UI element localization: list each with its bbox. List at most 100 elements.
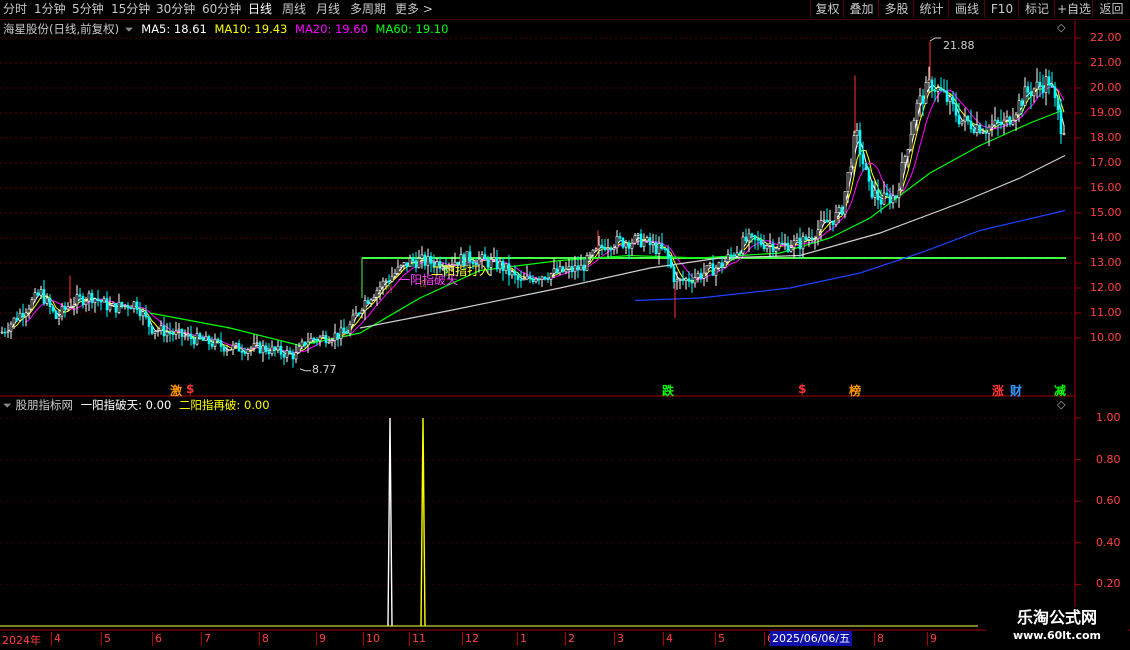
candle-body: [423, 254, 427, 266]
candle-body: [522, 278, 526, 281]
hand-pointer-icon: ☝: [419, 276, 427, 291]
candle-body: [33, 292, 37, 301]
candle-body: [825, 219, 829, 223]
candle-body: [12, 317, 16, 325]
candle-body: [294, 352, 298, 360]
candle-body: [942, 89, 946, 92]
candle-body: [378, 286, 382, 291]
candle-body: [606, 247, 610, 251]
candle-body: [756, 238, 760, 241]
candle-body: [501, 260, 505, 271]
candle-body: [237, 342, 241, 352]
candle-body: [342, 327, 346, 333]
candle-body: [846, 172, 850, 192]
candle-body: [198, 333, 202, 339]
event-marker[interactable]: 跌: [662, 382, 674, 399]
candle-body: [879, 199, 883, 205]
candle-body: [996, 119, 1000, 123]
candle-body: [510, 271, 514, 276]
candle-body: [765, 245, 769, 250]
month-label: 7: [201, 632, 211, 646]
candle-body: [9, 323, 13, 332]
candle-body: [312, 337, 316, 340]
candle-body: [867, 169, 871, 182]
candle-body: [66, 306, 70, 310]
candle-body: [777, 242, 781, 249]
candle-body: [345, 332, 349, 334]
candle-body: [114, 303, 118, 313]
candle-body: [1008, 116, 1012, 125]
candle-body: [930, 79, 934, 91]
candle-body: [417, 258, 421, 268]
ma5-line: [7, 82, 1065, 356]
candle-body: [1002, 119, 1006, 126]
price-tick-label: 22.00: [1090, 31, 1122, 44]
candle-body: [762, 244, 766, 250]
event-marker[interactable]: 减: [1054, 382, 1066, 399]
candle-body: [234, 342, 238, 346]
month-label: 10: [363, 632, 380, 646]
candle-body: [672, 266, 676, 283]
candle-body: [681, 278, 685, 281]
candle-body: [801, 236, 805, 250]
candle-body: [132, 301, 136, 309]
candle-body: [192, 338, 196, 345]
candle-body: [30, 299, 34, 310]
candle-body: [120, 301, 124, 307]
candle-body: [1014, 114, 1018, 121]
price-tick-label: 12.00: [1090, 281, 1122, 294]
event-marker[interactable]: 财: [1010, 382, 1022, 399]
price-tick-label: 13.00: [1090, 256, 1122, 269]
candle-body: [600, 244, 604, 248]
candle-body: [900, 162, 904, 191]
event-marker[interactable]: 榜: [849, 382, 861, 399]
candle-body: [843, 191, 847, 215]
candle-body: [117, 301, 121, 313]
candle-body: [981, 132, 985, 134]
candle-body: [45, 297, 49, 304]
candle-body: [129, 307, 133, 310]
candle-body: [285, 350, 289, 358]
candle-body: [903, 156, 907, 164]
candle-body: [270, 346, 274, 355]
event-marker[interactable]: 涨: [992, 382, 1004, 399]
candle-body: [789, 247, 793, 252]
low-price-label: 8.77: [312, 363, 337, 376]
candle-body: [837, 207, 841, 213]
candle-body: [732, 254, 736, 257]
candle-body: [855, 130, 859, 136]
kline-chart[interactable]: [0, 0, 1130, 650]
candle-body: [516, 274, 520, 280]
event-marker[interactable]: 激: [170, 382, 182, 399]
candle-body: [507, 263, 511, 276]
candle-body: [261, 345, 265, 354]
candle-body: [933, 90, 937, 92]
candle-body: [354, 312, 358, 316]
candle-body: [570, 266, 574, 273]
candle-body: [822, 219, 826, 222]
candle-body: [624, 242, 628, 248]
indicator-spike: [420, 417, 426, 627]
year-label: 2024年: [2, 634, 41, 647]
candle-body: [639, 233, 643, 247]
candle-body: [831, 220, 835, 225]
candle-body: [195, 333, 199, 345]
event-marker[interactable]: $: [798, 382, 806, 396]
candle-body: [264, 345, 268, 352]
candle-body: [147, 316, 151, 327]
indicator-spike: [387, 417, 393, 627]
candle-body: [633, 235, 637, 244]
candle-body: [918, 95, 922, 104]
candle-body: [18, 312, 22, 321]
watermark-url: www.60lt.com: [1012, 629, 1102, 642]
event-marker[interactable]: $: [186, 382, 194, 396]
candle-body: [858, 130, 862, 155]
candle-body: [348, 324, 352, 334]
cursor-date-badge: 2025/06/06/五: [770, 631, 853, 646]
candle-body: [108, 305, 112, 311]
candle-body: [717, 262, 721, 269]
candle-body: [999, 122, 1003, 126]
candle-body: [711, 263, 715, 276]
candle-body: [360, 310, 364, 314]
candle-body: [726, 254, 730, 262]
